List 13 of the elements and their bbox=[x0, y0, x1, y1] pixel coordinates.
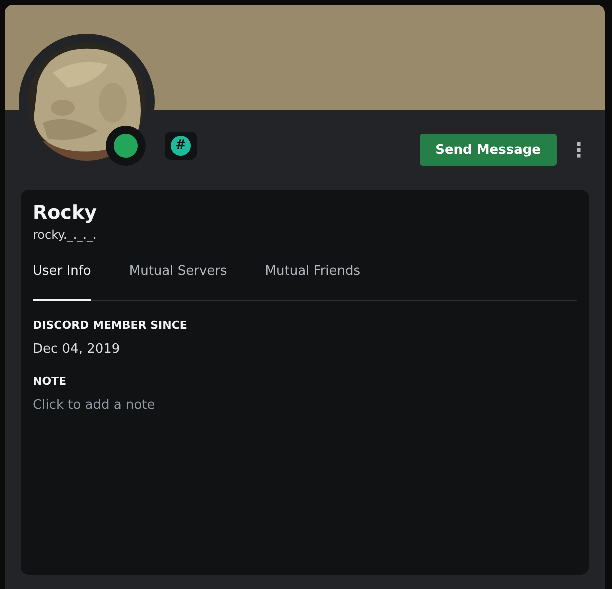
tab[interactable]: User Info bbox=[33, 264, 92, 301]
section-heading: DISCORD MEMBER SINCE bbox=[33, 319, 188, 332]
send-message-button[interactable]: Send Message bbox=[420, 134, 557, 166]
display-name: Rocky bbox=[33, 202, 98, 224]
section-value: Dec 04, 2019 bbox=[33, 342, 122, 357]
hashtag-icon: # bbox=[171, 136, 191, 156]
badge[interactable]: # bbox=[165, 132, 197, 160]
note-field[interactable]: Click to add a note bbox=[33, 398, 577, 413]
more-button[interactable]: ⋮ bbox=[569, 138, 585, 162]
username: rocky._._._. bbox=[33, 228, 98, 242]
tab[interactable]: Mutual Servers bbox=[129, 264, 228, 301]
section-heading: NOTE bbox=[33, 375, 68, 388]
tab[interactable]: Mutual Friends bbox=[265, 264, 361, 301]
